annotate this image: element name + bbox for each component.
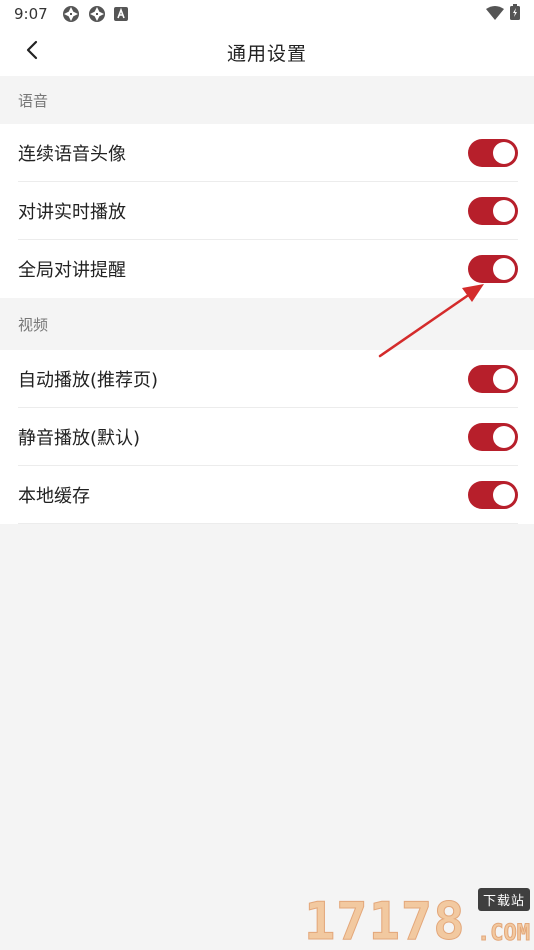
settings-group-video: 自动播放(推荐页) 静音播放(默认) 本地缓存 — [0, 350, 534, 524]
setting-label: 对讲实时播放 — [18, 202, 126, 223]
aperture-icon — [62, 5, 80, 23]
watermark-domain: .COM — [477, 921, 531, 947]
battery-charging-icon — [510, 4, 520, 24]
toggle-switch[interactable] — [468, 481, 518, 509]
wifi-icon — [486, 5, 504, 24]
toggle-switch[interactable] — [468, 365, 518, 393]
setting-row-global-intercom-reminder[interactable]: 全局对讲提醒 — [0, 240, 534, 298]
setting-label: 静音播放(默认) — [18, 428, 141, 449]
divider — [18, 523, 518, 524]
toggle-knob — [493, 200, 515, 222]
toggle-switch[interactable] — [468, 139, 518, 167]
setting-label: 全局对讲提醒 — [18, 260, 126, 281]
setting-row-autoplay-recommend[interactable]: 自动播放(推荐页) — [0, 350, 534, 408]
toggle-switch[interactable] — [468, 255, 518, 283]
watermark-logo: 17178 下载站 .COM — [304, 886, 531, 950]
setting-label: 本地缓存 — [18, 486, 90, 507]
toggle-knob — [493, 484, 515, 506]
toggle-knob — [493, 368, 515, 390]
settings-group-voice: 连续语音头像 对讲实时播放 全局对讲提醒 — [0, 124, 534, 298]
section-header-video: 视频 — [0, 300, 534, 348]
status-bar: 9:07 — [0, 0, 534, 28]
setting-label: 连续语音头像 — [18, 144, 126, 165]
page-title: 通用设置 — [226, 42, 307, 65]
back-button[interactable] — [14, 28, 50, 76]
setting-row-intercom-realtime-play[interactable]: 对讲实时播放 — [0, 182, 534, 240]
toggle-knob — [493, 258, 515, 280]
watermark-digits: 17178 — [304, 892, 466, 950]
status-time: 9:07 — [14, 5, 48, 23]
toggle-switch[interactable] — [468, 423, 518, 451]
setting-row-local-cache[interactable]: 本地缓存 — [0, 466, 534, 524]
status-right-icons — [486, 4, 520, 24]
toggle-switch[interactable] — [468, 197, 518, 225]
a-box-icon — [113, 7, 128, 21]
chevron-left-icon — [25, 40, 39, 64]
app-header: 通用设置 — [0, 28, 534, 76]
toggle-knob — [493, 426, 515, 448]
watermark-tag: 下载站 — [477, 888, 530, 911]
setting-row-continuous-voice-avatar[interactable]: 连续语音头像 — [0, 124, 534, 182]
aperture-icon — [88, 5, 106, 23]
setting-row-mute-play-default[interactable]: 静音播放(默认) — [0, 408, 534, 466]
section-header-voice: 语音 — [0, 76, 534, 124]
toggle-knob — [493, 142, 515, 164]
setting-label: 自动播放(推荐页) — [18, 370, 159, 391]
screen: 9:07 通用设置 语音 连续语音头像 对讲实时播放 全局对讲提醒 视频 自动播… — [0, 0, 534, 950]
